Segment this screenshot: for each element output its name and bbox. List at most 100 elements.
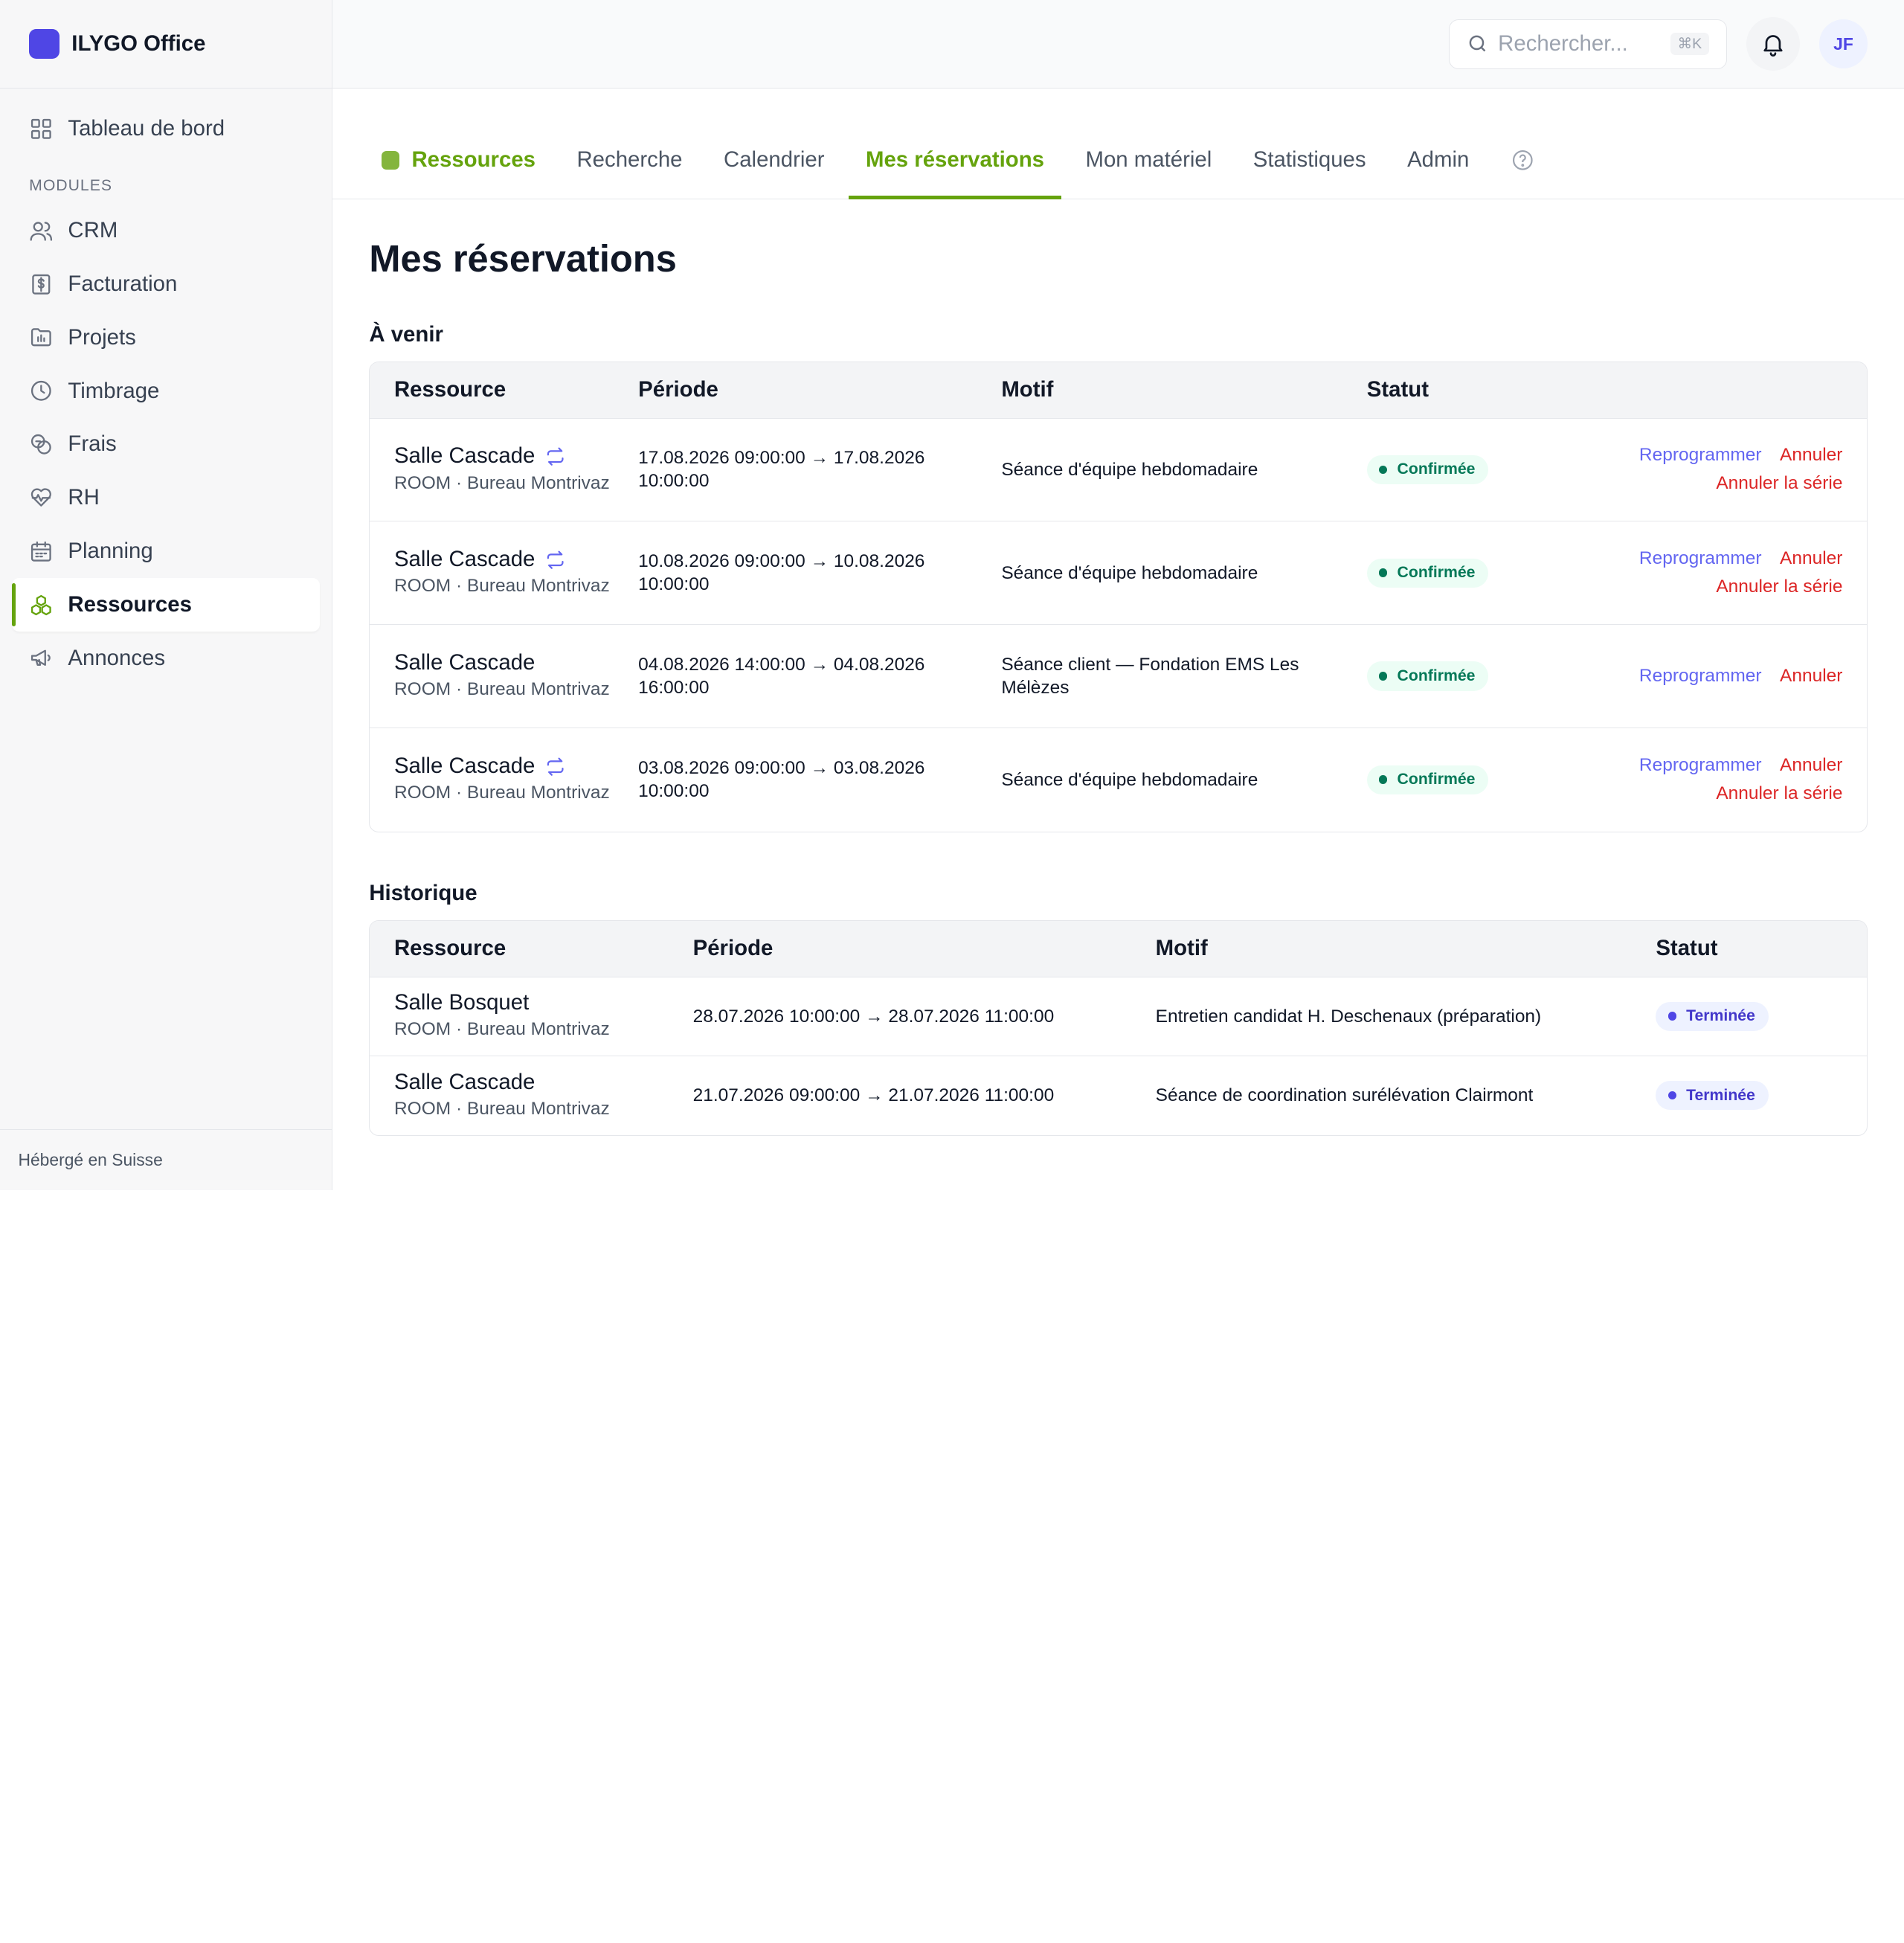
status-dot: [1379, 568, 1388, 577]
modules-label: MODULES: [29, 177, 112, 195]
reschedule-button[interactable]: Reprogrammer: [1639, 548, 1762, 569]
table-row: Salle Cascade ROOM · Bureau Montrivaz 21…: [370, 1056, 1867, 1135]
sidebar-item-frais[interactable]: Frais: [0, 418, 320, 472]
table-row: Salle Cascade ROOM · Bureau Montrivaz 17…: [370, 419, 1868, 522]
heart-pulse-icon: [31, 488, 52, 507]
column-header-status: Statut: [1366, 377, 1429, 402]
help-button[interactable]: [1493, 133, 1551, 199]
topbar: ⌘K JF: [332, 0, 1904, 89]
tab-mon-materiel[interactable]: Mon matériel: [1069, 133, 1229, 199]
period-cell: 10.08.2026 09:00:00 → 10.08.2026 10:00:0…: [638, 551, 925, 595]
reschedule-button[interactable]: Reprogrammer: [1639, 445, 1762, 466]
sidebar-item-dashboard[interactable]: Tableau de bord: [0, 102, 320, 155]
avatar[interactable]: JF: [1818, 19, 1868, 68]
table-header: Ressource Période Motif Statut: [370, 921, 1868, 977]
status-cell: Confirmée: [1342, 558, 1586, 588]
sidebar-item-facturation[interactable]: Facturation: [0, 257, 320, 311]
cancel-button[interactable]: Annuler: [1780, 755, 1842, 776]
sidebar-footer: Hébergé en Suisse: [0, 1129, 332, 1190]
resource-name-text: Salle Cascade: [393, 443, 536, 469]
sidebar-item-label: Timbrage: [68, 378, 160, 403]
column-header-motif: Motif: [1001, 377, 1054, 402]
sidebar: ILYGO Office Tableau de bord MODULES CRM…: [0, 0, 333, 1191]
column-header-motif: Motif: [1155, 936, 1208, 961]
status-text: Terminée: [1686, 1007, 1755, 1025]
table-row: Salle Cascade ROOM · Bureau Montrivaz 10…: [370, 521, 1868, 626]
period-cell: 28.07.2026 10:00:00 → 28.07.2026 11:00:0…: [692, 1006, 1055, 1027]
help-icon: [1512, 150, 1533, 170]
column-header-period: Période: [638, 377, 718, 402]
period-cell: 04.08.2026 14:00:00 → 04.08.2026 16:00:0…: [638, 654, 925, 698]
period-cell: 03.08.2026 09:00:00 → 03.08.2026 10:00:0…: [638, 758, 925, 802]
status-text: Terminée: [1686, 1086, 1755, 1104]
resource-type: ROOM · Bureau Montrivaz: [393, 1099, 610, 1120]
status-text: Confirmée: [1397, 460, 1476, 478]
cancel-button[interactable]: Annuler: [1780, 548, 1842, 569]
tab-ressources[interactable]: Ressources: [369, 133, 553, 199]
tab-calendrier[interactable]: Calendrier: [707, 133, 841, 199]
sidebar-item-rh[interactable]: RH: [0, 471, 320, 524]
tab-mes-reservations[interactable]: Mes réservations: [849, 133, 1061, 200]
table-row: Salle Cascade ROOM · Bureau Montrivaz 03…: [370, 728, 1867, 832]
brand-logo: [29, 28, 60, 60]
sidebar-item-label: Ressources: [68, 591, 192, 617]
notifications-button[interactable]: [1746, 17, 1800, 71]
status-badge: Terminée: [1656, 1081, 1769, 1111]
history-title: Historique: [369, 880, 477, 905]
coins-icon: [31, 434, 51, 455]
resource-name: Salle Bosquet: [393, 990, 530, 1015]
motif-cell: Entretien candidat H. Deschenaux (prépar…: [1155, 1006, 1542, 1027]
cancel-series-button[interactable]: Annuler la série: [1716, 577, 1842, 597]
app-name: ILYGO Office: [71, 31, 206, 57]
tab-statistiques[interactable]: Statistiques: [1236, 133, 1383, 199]
period-cell: 17.08.2026 09:00:00 → 17.08.2026 10:00:0…: [638, 448, 925, 492]
sidebar-item-annonces[interactable]: Annonces: [0, 632, 320, 685]
actions-cell: Reprogrammer Annuler Annuler la série: [1586, 755, 1867, 804]
status-text: Confirmée: [1397, 667, 1476, 684]
reschedule-button[interactable]: Reprogrammer: [1639, 666, 1762, 687]
cancel-button[interactable]: Annuler: [1780, 666, 1842, 687]
sidebar-item-planning[interactable]: Planning: [0, 524, 320, 578]
resource-cell: Salle Cascade ROOM · Bureau Montrivaz: [370, 443, 614, 495]
sidebar-item-projets[interactable]: Projets: [0, 311, 320, 364]
cancel-series-button[interactable]: Annuler la série: [1716, 473, 1842, 494]
status-cell: Confirmée: [1342, 661, 1586, 691]
history-table: Ressource Période Motif Statut Salle Bos…: [369, 920, 1868, 1136]
motif-cell: Séance d'équipe hebdomadaire: [1001, 562, 1258, 583]
sidebar-item-crm[interactable]: CRM: [0, 204, 320, 257]
actions-cell: Reprogrammer Annuler Annuler la série: [1586, 548, 1867, 597]
sidebar-item-ressources[interactable]: Ressources: [12, 578, 321, 632]
tab-admin[interactable]: Admin: [1390, 133, 1486, 199]
reschedule-button[interactable]: Reprogrammer: [1639, 755, 1762, 776]
status-cell: Confirmée: [1342, 455, 1586, 484]
recurring-icon: [547, 550, 565, 569]
recurring-icon: [547, 757, 565, 776]
tab-label: Ressources: [411, 147, 536, 173]
column-header-resource: Ressource: [393, 377, 506, 402]
status-text: Confirmée: [1397, 771, 1476, 789]
sidebar-item-label: Projets: [68, 324, 136, 350]
resource-name-text: Salle Cascade: [393, 547, 536, 572]
module-tabs: Ressources Recherche Calendrier Mes rése…: [332, 89, 1904, 200]
tab-recherche[interactable]: Recherche: [560, 133, 700, 199]
brand[interactable]: ILYGO Office: [0, 0, 332, 89]
sidebar-item-timbrage[interactable]: Timbrage: [0, 364, 320, 418]
status-badge: Confirmée: [1366, 455, 1489, 484]
status-badge: Confirmée: [1366, 661, 1489, 691]
resource-name: Salle Cascade: [394, 443, 614, 469]
upcoming-title: À venir: [369, 321, 443, 347]
search-input[interactable]: [1498, 31, 1656, 57]
search-box[interactable]: ⌘K: [1448, 19, 1727, 69]
status-dot: [1379, 672, 1388, 681]
table-row: Salle Cascade ROOM · Bureau Montrivaz 04…: [370, 625, 1868, 728]
app: ILYGO Office Tableau de bord MODULES CRM…: [0, 0, 1904, 1191]
sidebar-item-label: RH: [68, 485, 100, 510]
status-badge: Confirmée: [1366, 765, 1489, 794]
megaphone-icon: [31, 650, 51, 667]
cancel-series-button[interactable]: Annuler la série: [1716, 783, 1842, 804]
cancel-button[interactable]: Annuler: [1780, 445, 1842, 466]
status-text: Confirmée: [1397, 564, 1476, 582]
boxes-icon: [31, 594, 51, 615]
status-cell: Terminée: [1632, 1081, 1867, 1111]
motif-cell: Séance d'équipe hebdomadaire: [1001, 459, 1258, 480]
